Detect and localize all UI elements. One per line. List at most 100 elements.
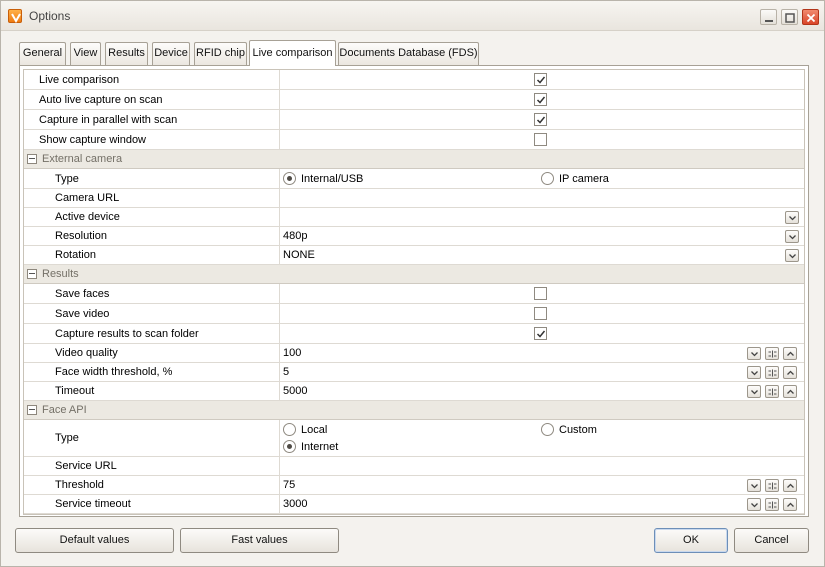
- video-quality-input[interactable]: 100: [283, 344, 743, 362]
- internet-radio[interactable]: [283, 440, 296, 453]
- face-width-decrement[interactable]: [747, 366, 761, 379]
- tab-live-comparison[interactable]: Live comparison: [249, 40, 336, 66]
- title-bar[interactable]: Options: [1, 1, 824, 31]
- row-label: Active device: [55, 211, 120, 223]
- row-label: Auto live capture on scan: [39, 93, 163, 106]
- capture-results-checkbox[interactable]: [534, 327, 547, 340]
- minimize-button[interactable]: [760, 9, 777, 25]
- camera-url-input[interactable]: [283, 189, 801, 207]
- maximize-button[interactable]: [781, 9, 798, 25]
- chevron-down-icon: [751, 390, 758, 395]
- row-resolution: Resolution 480p: [24, 227, 804, 246]
- row-video-quality: Video quality 100: [24, 344, 804, 363]
- service-timeout-input[interactable]: 3000: [283, 495, 743, 513]
- chevron-up-icon: [787, 502, 794, 507]
- checkmark-icon: [536, 116, 546, 124]
- timeout-input[interactable]: 5000: [283, 382, 743, 400]
- capture-in-parallel-checkbox[interactable]: [534, 113, 547, 126]
- chevron-down-icon: [789, 216, 796, 221]
- close-button[interactable]: [802, 9, 819, 25]
- row-face-width-threshold: Face width threshold, % 5: [24, 363, 804, 382]
- tab-view[interactable]: View: [70, 42, 101, 65]
- chevron-down-icon: [751, 352, 758, 357]
- window-title: Options: [29, 9, 71, 23]
- collapse-icon[interactable]: [27, 154, 37, 164]
- service-timeout-reset[interactable]: [765, 498, 779, 511]
- tab-rfid-chip[interactable]: RFID chip: [194, 42, 247, 65]
- show-capture-window-checkbox[interactable]: [534, 133, 547, 146]
- row-label: Face width threshold, %: [55, 366, 173, 378]
- row-label: Service timeout: [55, 498, 131, 510]
- row-active-device: Active device: [24, 208, 804, 227]
- tab-results[interactable]: Results: [105, 42, 148, 65]
- row-label: Rotation: [55, 249, 96, 261]
- tab-documents-database[interactable]: Documents Database (FDS): [338, 42, 479, 65]
- tab-general[interactable]: General: [19, 42, 66, 65]
- cancel-button[interactable]: Cancel: [734, 528, 809, 553]
- auto-live-capture-checkbox[interactable]: [534, 93, 547, 106]
- tab-device[interactable]: Device: [152, 42, 190, 65]
- active-device-dropdown-button[interactable]: [785, 211, 799, 224]
- row-service-url: Service URL: [24, 457, 804, 476]
- collapse-icon[interactable]: [27, 269, 37, 279]
- threshold-input[interactable]: 75: [283, 476, 743, 494]
- service-timeout-decrement[interactable]: [747, 498, 761, 511]
- resolution-dropdown-button[interactable]: [785, 230, 799, 243]
- threshold-reset[interactable]: [765, 479, 779, 492]
- chevron-up-icon: [787, 389, 794, 394]
- row-label: Type: [55, 432, 79, 444]
- checkmark-icon: [536, 76, 546, 84]
- row-label: Live comparison: [39, 73, 120, 86]
- video-quality-increment[interactable]: [783, 347, 797, 360]
- options-window: Options General View Results Device RFID…: [0, 0, 825, 567]
- face-width-input[interactable]: 5: [283, 363, 743, 381]
- row-camera-type: Type Internal/USB IP camera: [24, 169, 804, 189]
- timeout-decrement[interactable]: [747, 385, 761, 398]
- live-comparison-checkbox[interactable]: [534, 73, 547, 86]
- chevron-up-icon: [787, 370, 794, 375]
- threshold-increment[interactable]: [783, 479, 797, 492]
- ip-camera-radio[interactable]: [541, 172, 554, 185]
- service-url-input[interactable]: [283, 457, 801, 475]
- chevron-down-icon: [751, 371, 758, 376]
- row-live-comparison: Live comparison: [24, 70, 804, 90]
- row-label: Save video: [55, 307, 110, 320]
- service-timeout-increment[interactable]: [783, 498, 797, 511]
- threshold-decrement[interactable]: [747, 479, 761, 492]
- timeout-increment[interactable]: [783, 385, 797, 398]
- row-label: Type: [55, 172, 79, 185]
- rotation-dropdown-button[interactable]: [785, 249, 799, 262]
- timeout-reset[interactable]: [765, 385, 779, 398]
- internal-usb-radio[interactable]: [283, 172, 296, 185]
- minimize-icon: [765, 20, 773, 22]
- collapse-icon[interactable]: [27, 405, 37, 415]
- row-label: Video quality: [55, 347, 118, 359]
- maximize-icon: [785, 13, 795, 23]
- row-label: Resolution: [55, 230, 107, 242]
- rotation-select[interactable]: NONE: [283, 246, 783, 264]
- row-save-faces: Save faces: [24, 284, 804, 304]
- group-external-camera[interactable]: External camera: [24, 150, 804, 169]
- save-video-checkbox[interactable]: [534, 307, 547, 320]
- group-face-api[interactable]: Face API: [24, 401, 804, 420]
- group-results[interactable]: Results: [24, 265, 804, 284]
- reset-icon: [768, 501, 777, 509]
- face-width-reset[interactable]: [765, 366, 779, 379]
- video-quality-decrement[interactable]: [747, 347, 761, 360]
- save-faces-checkbox[interactable]: [534, 287, 547, 300]
- local-radio[interactable]: [283, 423, 296, 436]
- row-capture-results-to-scan-folder: Capture results to scan folder: [24, 324, 804, 344]
- video-quality-reset[interactable]: [765, 347, 779, 360]
- row-save-video: Save video: [24, 304, 804, 324]
- custom-radio[interactable]: [541, 423, 554, 436]
- group-title: Face API: [42, 404, 87, 416]
- ok-button[interactable]: OK: [654, 528, 728, 553]
- resolution-select[interactable]: 480p: [283, 227, 783, 245]
- fast-values-button[interactable]: Fast values: [180, 528, 339, 553]
- row-threshold: Threshold 75: [24, 476, 804, 495]
- active-device-select[interactable]: [283, 208, 783, 226]
- default-values-button[interactable]: Default values: [15, 528, 174, 553]
- face-width-increment[interactable]: [783, 366, 797, 379]
- live-comparison-panel: Live comparison Auto live capture on sca…: [19, 65, 809, 517]
- checkmark-icon: [536, 330, 546, 338]
